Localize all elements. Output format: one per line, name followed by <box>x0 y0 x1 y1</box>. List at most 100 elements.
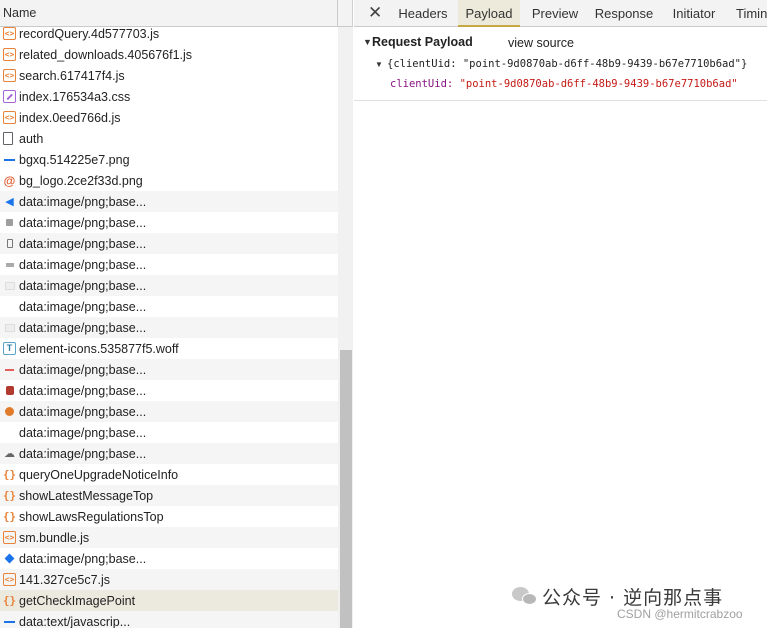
request-row[interactable]: data:image/png;base... <box>0 275 338 296</box>
request-row[interactable]: {} showLatestMessageTop <box>0 485 338 506</box>
payload-property[interactable]: clientUid: "point-9d0870ab-d6ff-48b9-943… <box>390 78 738 90</box>
request-row[interactable]: ☁ data:image/png;base... <box>0 443 338 464</box>
request-row[interactable]: data:image/png;base... <box>0 212 338 233</box>
request-row[interactable]: data:text/javascrip... <box>0 611 338 628</box>
request-name: data:image/png;base... <box>19 236 147 251</box>
request-row[interactable]: index.176534a3.css <box>0 86 338 107</box>
request-name: showLatestMessageTop <box>19 488 154 503</box>
selected-request-row[interactable]: {} getCheckImagePoint <box>0 590 338 611</box>
phone-image-icon <box>3 237 16 250</box>
tab-preview[interactable]: Preview <box>524 0 586 27</box>
tab-timing[interactable]: Timin <box>736 0 767 27</box>
request-row[interactable]: <> sm.bundle.js <box>0 527 338 548</box>
request-name: recordQuery.4d577703.js <box>19 26 160 41</box>
details-tab-bar: ✕ Headers Payload Preview Response Initi… <box>354 0 767 27</box>
property-value: "point-9d0870ab-d6ff-48b9-9439-b67e7710b… <box>459 78 738 90</box>
request-name: index.0eed766d.js <box>19 110 121 125</box>
font-file-icon: T <box>3 342 16 355</box>
watermark: 公众号 · 逆向那点事 <box>512 582 723 610</box>
request-name: index.176534a3.css <box>19 89 131 104</box>
request-row[interactable]: data:image/png;base... <box>0 254 338 275</box>
fetch-icon: {} <box>2 489 17 502</box>
small-image-icon <box>3 216 16 229</box>
request-name: data:image/png;base... <box>19 446 147 461</box>
image-line-icon <box>3 615 16 628</box>
tab-payload[interactable]: Payload <box>458 0 520 27</box>
tab-headers[interactable]: Headers <box>390 0 456 27</box>
payload-section: ▼ Request Payload view source ▼ {clientU… <box>354 27 767 101</box>
fetch-icon: {} <box>2 468 17 481</box>
blank-image-icon <box>3 300 16 313</box>
request-list-panel: Name <> recordQuery.4d577703.js <> related_… <box>0 0 353 628</box>
request-name: data:image/png;base... <box>19 551 147 566</box>
request-row[interactable]: Telement-icons.535877f5.woff <box>0 338 338 359</box>
request-row[interactable]: <> 141.327ce5c7.js <box>0 569 338 590</box>
fetch-icon: {} <box>2 510 17 523</box>
faint-image-icon <box>3 321 16 334</box>
request-row[interactable]: {} queryOneUpgradeNoticeInfo <box>0 464 338 485</box>
faint-image-icon <box>3 279 16 292</box>
red-image-icon <box>3 384 16 397</box>
request-row[interactable]: <> index.0eed766d.js <box>0 107 338 128</box>
request-name: related_downloads.405676f1.js <box>19 47 193 62</box>
request-name: data:text/javascrip... <box>19 614 131 628</box>
request-row[interactable]: data:image/png;base... <box>0 548 338 569</box>
request-list: <> recordQuery.4d577703.js <> related_downl… <box>0 23 338 628</box>
request-name: getCheckImagePoint <box>19 593 136 608</box>
payload-object-summary[interactable]: {clientUid: "point-9d0870ab-d6ff-48b9-94… <box>387 58 747 70</box>
request-name: data:image/png;base... <box>19 362 147 377</box>
request-row[interactable]: data:image/png;base... <box>0 380 338 401</box>
tab-response[interactable]: Response <box>590 0 658 27</box>
request-row[interactable]: <> search.617417f4.js <box>0 65 338 86</box>
request-payload-title[interactable]: Request Payload <box>372 35 473 49</box>
request-row[interactable]: ◀ data:image/png;base... <box>0 191 338 212</box>
request-name: data:image/png;base... <box>19 404 147 419</box>
request-name: data:image/png;base... <box>19 425 147 440</box>
tab-initiator[interactable]: Initiator <box>663 0 725 27</box>
css-file-icon <box>3 90 16 103</box>
request-name: 141.327ce5c7.js <box>19 572 111 587</box>
wechat-icon <box>512 585 538 607</box>
request-row[interactable]: data:image/png;base... <box>0 401 338 422</box>
request-name: data:image/png;base... <box>19 383 147 398</box>
orange-image-icon <box>3 405 16 418</box>
request-name: data:image/png;base... <box>19 278 147 293</box>
csdn-watermark: CSDN @hermitcrabzoo <box>617 607 743 621</box>
js-file-icon: <> <box>3 48 16 61</box>
request-row[interactable]: auth <box>0 128 338 149</box>
view-source-link[interactable]: view source <box>508 36 574 50</box>
request-row[interactable]: data:image/png;base... <box>0 233 338 254</box>
request-name: search.617417f4.js <box>19 68 125 83</box>
js-file-icon: <> <box>3 69 16 82</box>
request-row[interactable]: data:image/png;base... <box>0 422 338 443</box>
request-name: data:image/png;base... <box>19 194 147 209</box>
request-row[interactable]: <> related_downloads.405676f1.js <box>0 44 338 65</box>
details-panel: ✕ Headers Payload Preview Response Initi… <box>354 0 767 628</box>
red-line-image-icon <box>3 363 16 376</box>
request-row[interactable]: data:image/png;base... <box>0 296 338 317</box>
request-name: queryOneUpgradeNoticeInfo <box>19 467 179 482</box>
request-name: data:image/png;base... <box>19 257 147 272</box>
expand-triangle-icon[interactable]: ▼ <box>363 37 372 47</box>
request-name: data:image/png;base... <box>19 320 147 335</box>
document-icon <box>3 132 13 145</box>
object-expand-triangle-icon[interactable]: ▼ <box>375 60 383 69</box>
request-row[interactable]: bgxq.514225e7.png <box>0 149 338 170</box>
request-name: element-icons.535877f5.woff <box>19 341 179 356</box>
property-key: clientUid <box>390 78 447 90</box>
close-icon[interactable]: ✕ <box>368 3 382 23</box>
request-name: data:image/png;base... <box>19 299 147 314</box>
scrollbar-thumb[interactable] <box>340 350 352 628</box>
bar-image-icon <box>3 258 16 271</box>
request-row[interactable]: data:image/png;base... <box>0 317 338 338</box>
js-file-icon: <> <box>3 573 16 586</box>
watermark-text: 公众号 · 逆向那点事 <box>542 586 724 609</box>
request-name: sm.bundle.js <box>19 530 90 545</box>
request-name: showLawsRegulationsTop <box>19 509 164 524</box>
request-row[interactable]: <> recordQuery.4d577703.js <box>0 23 338 44</box>
request-row[interactable]: {} showLawsRegulationsTop <box>0 506 338 527</box>
request-name: bgxq.514225e7.png <box>19 152 130 167</box>
request-row[interactable]: @ bg_logo.2ce2f33d.png <box>0 170 338 191</box>
request-row[interactable]: data:image/png;base... <box>0 359 338 380</box>
js-file-icon: <> <box>3 27 16 40</box>
